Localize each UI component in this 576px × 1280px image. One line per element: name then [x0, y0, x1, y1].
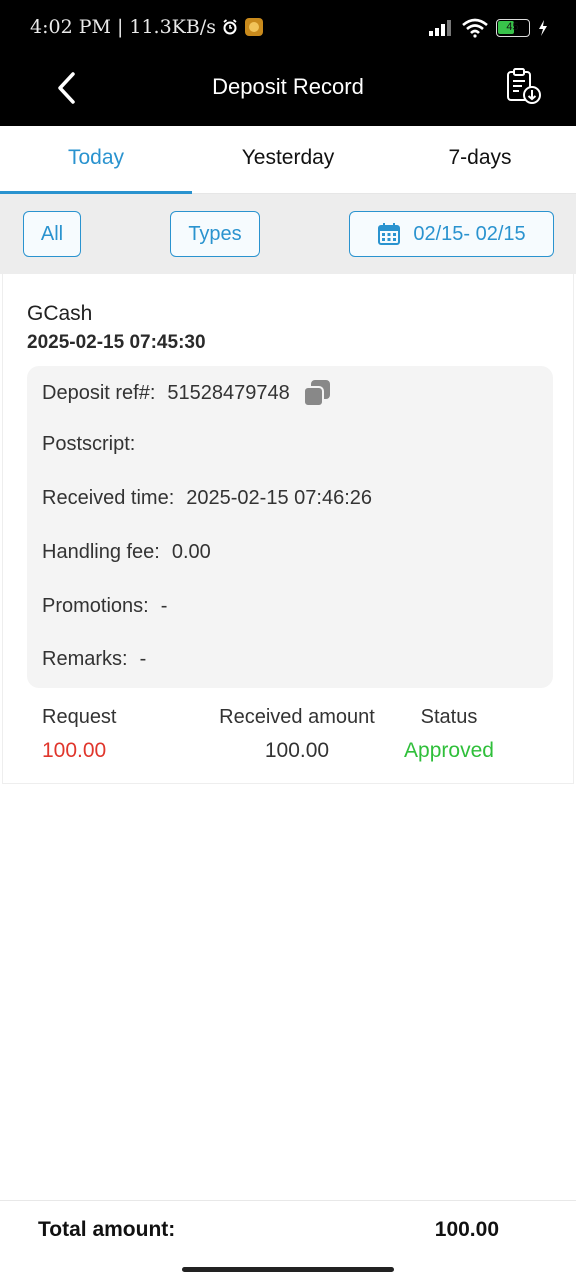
- received-time-value: 2025-02-15 07:46:26: [186, 487, 372, 509]
- page-title: Deposit Record: [212, 74, 364, 99]
- record-details: Deposit ref#: 51528479748 Postscript: Re…: [27, 366, 553, 688]
- status-bar: 4:02 PM | 11.3KB/s 45: [0, 0, 576, 50]
- summary-request: Request 100.00: [42, 706, 117, 763]
- status-time: 4:02 PM: [30, 16, 111, 38]
- status-left: 4:02 PM | 11.3KB/s: [30, 16, 264, 38]
- filter-all-label: All: [40, 222, 64, 245]
- home-indicator[interactable]: [182, 1267, 394, 1272]
- filter-types-label: Types: [188, 222, 242, 245]
- wifi-icon: [462, 18, 488, 38]
- battery-icon: 45: [496, 19, 530, 37]
- copy-icon[interactable]: [302, 378, 332, 408]
- filter-types-button[interactable]: Types: [170, 211, 260, 257]
- total-footer: Total amount: 100.00: [0, 1200, 576, 1280]
- detail-handling-fee: Handling fee: 0.00: [42, 541, 211, 564]
- deposit-record-card: GCash 2025-02-15 07:45:30 Deposit ref#: …: [2, 274, 574, 784]
- handling-fee-value: 0.00: [171, 541, 211, 563]
- detail-promotions: Promotions: -: [42, 595, 167, 618]
- created-time: 2025-02-15 07:45:30: [27, 332, 206, 353]
- charging-icon: [539, 20, 547, 36]
- app-notification-icon: [244, 18, 263, 36]
- summary-status: Status Approved: [401, 706, 497, 763]
- status-right: 45: [428, 18, 548, 38]
- tab-yesterday[interactable]: Yesterday: [192, 126, 384, 193]
- remarks-value: -: [139, 648, 147, 670]
- detail-deposit-ref: Deposit ref#: 51528479748: [42, 378, 332, 408]
- tab-today[interactable]: Today: [0, 126, 192, 194]
- date-tabs: Today Yesterday 7-days: [0, 126, 576, 194]
- handling-fee-label: Handling fee:: [42, 541, 160, 563]
- postscript-label: Postscript:: [42, 433, 136, 455]
- tab-7-days[interactable]: 7-days: [384, 126, 576, 193]
- nav-bar: Deposit Record: [0, 50, 576, 126]
- calendar-icon: [378, 223, 401, 245]
- alarm-icon: [223, 19, 237, 35]
- request-value: 100.00: [42, 739, 107, 762]
- received-amount-label: Received amount: [219, 706, 375, 728]
- date-range-label: 02/15- 02/15: [413, 222, 526, 245]
- received-time-label: Received time:: [42, 487, 175, 509]
- signal-icon: [429, 20, 451, 36]
- status-separator: |: [116, 16, 124, 38]
- status-badge: Approved: [404, 739, 494, 762]
- summary-received: Received amount 100.00: [208, 706, 386, 763]
- received-amount-value: 100.00: [264, 739, 330, 762]
- filter-bar: All Types 02/15- 02/15: [0, 194, 576, 274]
- deposit-ref-label: Deposit ref#:: [42, 381, 156, 404]
- request-label: Request: [42, 706, 117, 728]
- status-speed: 11.3KB/s: [129, 16, 216, 38]
- promotions-value: -: [160, 595, 168, 617]
- promotions-label: Promotions:: [42, 595, 149, 617]
- total-label: Total amount:: [38, 1218, 176, 1241]
- detail-remarks: Remarks: -: [42, 648, 146, 671]
- detail-postscript: Postscript:: [42, 433, 147, 456]
- remarks-label: Remarks:: [42, 648, 128, 670]
- detail-received-time: Received time: 2025-02-15 07:46:26: [42, 487, 372, 510]
- date-range-button[interactable]: 02/15- 02/15: [349, 211, 554, 257]
- battery-level: 45: [506, 21, 519, 33]
- filter-all-button[interactable]: All: [23, 211, 81, 257]
- total-value: 100.00: [434, 1218, 499, 1241]
- payment-method: GCash: [27, 302, 93, 325]
- deposit-ref-value: 51528479748: [167, 381, 290, 404]
- status-label: Status: [420, 706, 478, 728]
- download-records-button[interactable]: [504, 66, 544, 106]
- clipboard-download-icon: [507, 68, 541, 104]
